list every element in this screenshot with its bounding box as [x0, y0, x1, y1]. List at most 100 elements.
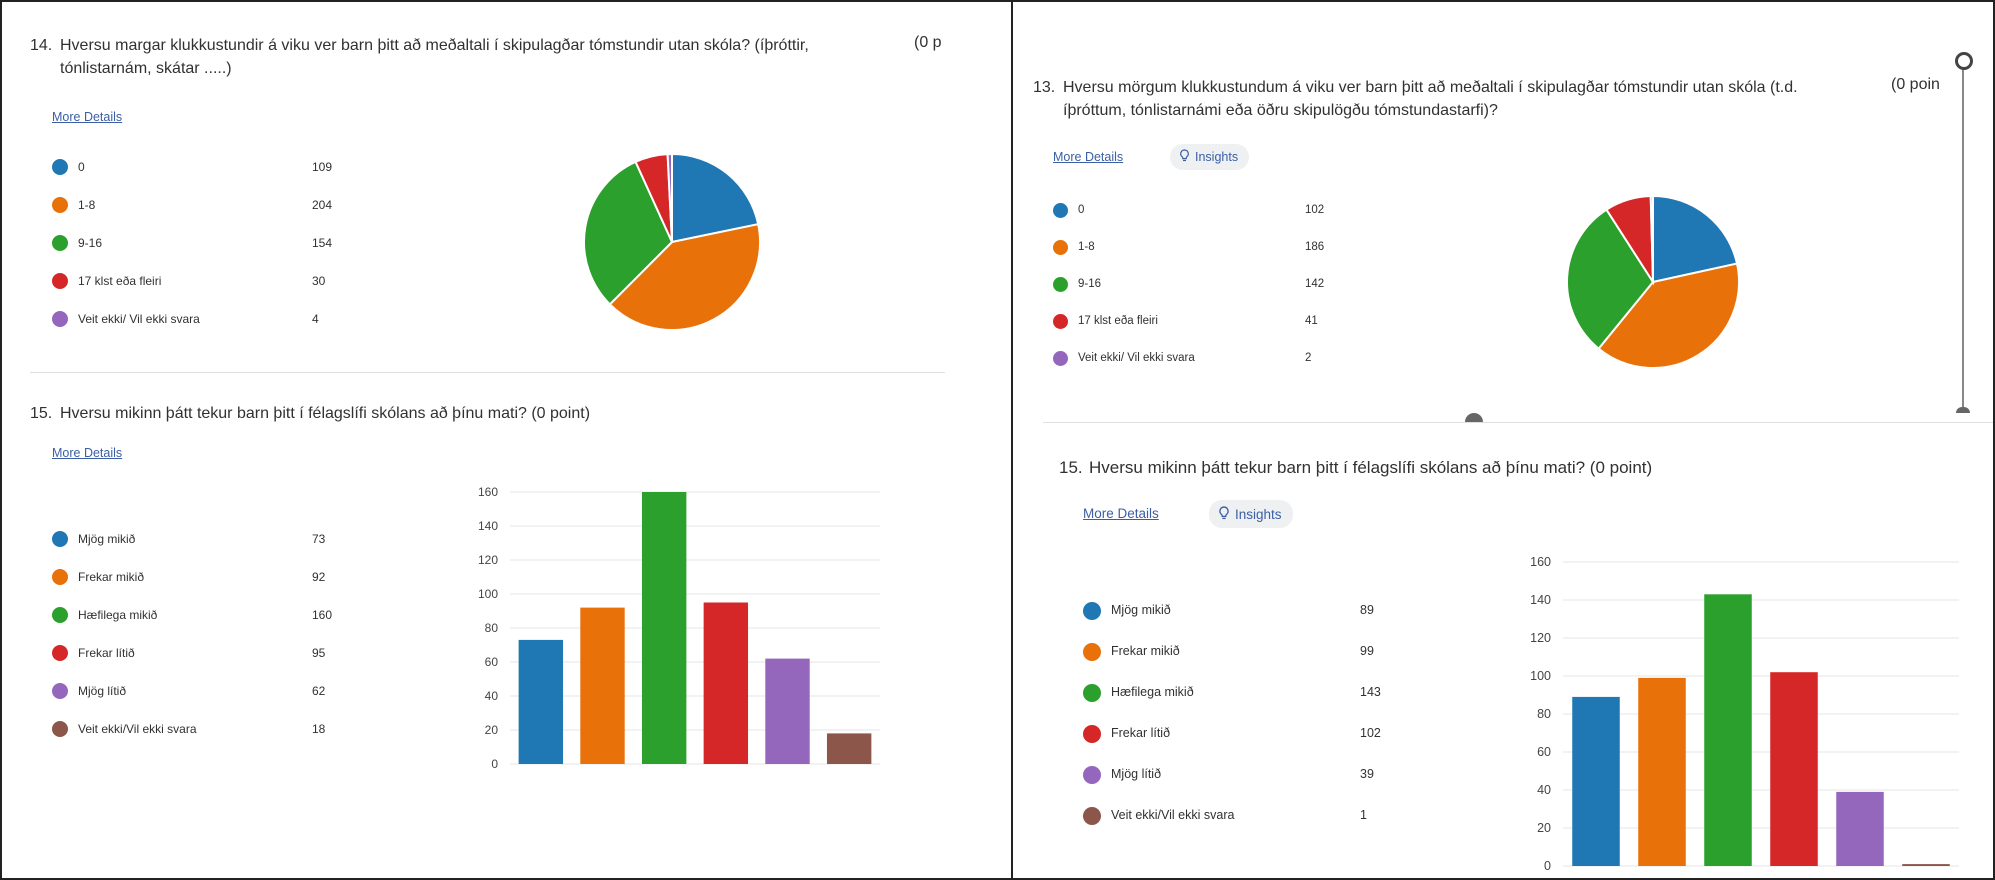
legend-swatch	[1083, 683, 1101, 702]
legend-label: Frekar lítið	[1111, 726, 1171, 741]
y-tick-label: 140	[478, 519, 498, 533]
bar	[1572, 696, 1620, 866]
y-tick-label: 100	[478, 587, 498, 601]
question-text: Hversu mikinn þátt tekur barn þitt í fél…	[60, 405, 591, 422]
scrollbar-track	[1962, 62, 1964, 412]
bar-chart: 0 20 40 60 80 100 120 140 160	[1530, 555, 1959, 873]
scrollbar[interactable]	[1948, 42, 1978, 422]
bar	[1902, 864, 1950, 866]
legend-count: 39	[1360, 767, 1374, 782]
legend-swatch	[52, 197, 68, 213]
y-tick-label: 0	[1544, 859, 1551, 873]
legend-label: Mjög lítið	[1111, 767, 1162, 782]
legend-swatch	[1083, 724, 1101, 743]
legend-swatch	[52, 607, 68, 623]
y-tick-label: 60	[1537, 745, 1551, 759]
more-details-link[interactable]: More Details	[52, 446, 122, 460]
bar	[518, 639, 564, 764]
divider-knob	[1465, 413, 1483, 422]
legend-count: 2	[1305, 351, 1312, 364]
insights-label: Insights	[1235, 506, 1282, 522]
insights-button[interactable]: Insights	[1209, 500, 1293, 528]
question-number: 14.	[30, 37, 53, 54]
legend-label: 17 klst eða fleiri	[78, 274, 162, 288]
legend-label: Veit ekki/ Vil ekki svara	[78, 312, 200, 326]
bar	[826, 733, 872, 764]
legend-label: Frekar mikið	[1111, 644, 1180, 659]
bar	[765, 658, 810, 764]
legend-label: Mjög mikið	[78, 532, 136, 546]
legend-label: Veit ekki/ Vil ekki svara	[1078, 351, 1195, 364]
legend-label: Hæfilega mikið	[78, 608, 158, 622]
legend-swatch	[1053, 203, 1068, 218]
legend-count: 142	[1305, 277, 1325, 290]
insights-button[interactable]: Insights	[1170, 144, 1250, 170]
legend-count: 95	[312, 646, 326, 660]
more-details-link[interactable]: More Details	[1053, 150, 1123, 164]
legend-swatch	[52, 159, 68, 175]
y-tick-label: 20	[485, 723, 499, 737]
y-tick-label: 40	[485, 689, 499, 703]
legend-swatch	[52, 273, 68, 289]
question-15-title: 15. Hversu mikinn þátt tekur barn þitt í…	[30, 402, 960, 425]
legend-count: 160	[312, 608, 333, 622]
legend-swatch	[1083, 806, 1101, 825]
legend-count: 102	[1305, 203, 1325, 216]
more-details-link[interactable]: More Details	[1083, 506, 1159, 521]
legend-label: 9-16	[1078, 277, 1102, 290]
y-tick-label: 140	[1530, 593, 1551, 607]
legend-swatch	[52, 235, 68, 251]
more-details-link[interactable]: More Details	[52, 110, 122, 124]
legend-count: 204	[312, 198, 333, 212]
legend-count: 99	[1360, 644, 1374, 659]
question-15-title: 15. Hversu mikinn þátt tekur barn þitt í…	[1059, 456, 1989, 479]
pie-chart	[1566, 194, 1740, 369]
legend-swatch	[52, 311, 68, 327]
legend-swatch	[1053, 240, 1068, 255]
question-number: 15.	[1059, 458, 1083, 477]
bar	[1836, 791, 1884, 866]
legend-count: 73	[312, 532, 326, 546]
legend-count: 1	[1360, 808, 1367, 823]
legend-label: Mjög mikið	[1111, 603, 1171, 618]
y-tick-label: 120	[1530, 631, 1551, 645]
section-divider	[30, 372, 945, 373]
bar	[703, 602, 749, 764]
question-points: (0 p	[914, 34, 942, 51]
right-panel: 13. Hversu mörgum klukkustundum á viku v…	[1012, 0, 1995, 880]
legend-count: 109	[312, 160, 333, 174]
legend-label: 17 klst eða fleiri	[1078, 314, 1158, 327]
question-number: 15.	[30, 405, 53, 422]
y-tick-label: 60	[485, 655, 499, 669]
legend-count: 154	[312, 236, 333, 250]
bar	[1638, 677, 1686, 866]
legend-swatch	[1083, 642, 1101, 661]
legend-count: 89	[1360, 603, 1374, 618]
legend-label: 0	[78, 160, 85, 174]
bar	[1770, 672, 1818, 866]
legend-label: Mjög lítið	[78, 684, 127, 698]
scrollbar-handle-bottom[interactable]	[1956, 407, 1970, 413]
y-tick-label: 20	[1537, 821, 1551, 835]
legend-count: 18	[312, 722, 326, 736]
legend-count: 92	[312, 570, 326, 584]
legend-count: 41	[1305, 314, 1318, 327]
legend-swatch	[52, 569, 68, 585]
legend-count: 143	[1360, 685, 1381, 700]
scrollbar-handle-top[interactable]	[1955, 52, 1973, 70]
y-tick-label: 160	[478, 485, 498, 499]
pie-chart	[583, 152, 761, 331]
lightbulb-icon	[1218, 505, 1230, 523]
bar	[1704, 594, 1752, 866]
legend-count: 102	[1360, 726, 1381, 741]
bar	[641, 492, 687, 764]
legend-label: 9-16	[78, 236, 103, 250]
legend-swatch	[52, 531, 68, 547]
legend-label: Frekar mikið	[78, 570, 145, 584]
insights-label: Insights	[1195, 150, 1239, 164]
question-text: Hversu mikinn þátt tekur barn þitt í fél…	[1089, 458, 1653, 477]
legend-swatch	[1053, 351, 1068, 366]
legend-count: 186	[1305, 240, 1325, 253]
question-13-title: 13. Hversu mörgum klukkustundum á viku v…	[1033, 76, 1863, 122]
legend-swatch	[1053, 314, 1068, 329]
